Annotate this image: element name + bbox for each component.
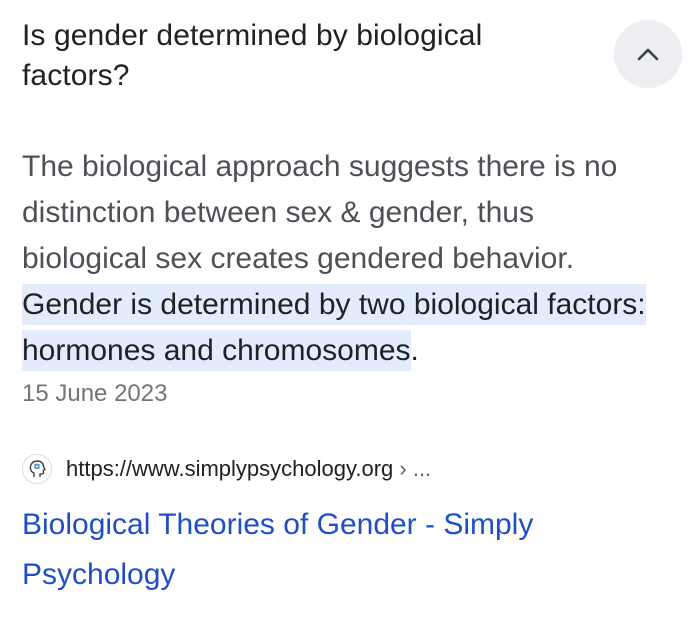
- answer-plain: The biological approach suggests there i…: [22, 150, 618, 275]
- source-path: › ...: [393, 456, 432, 481]
- source-domain[interactable]: https://www.simplypsychology.org: [66, 456, 393, 481]
- snippet-date: 15 June 2023: [22, 380, 168, 407]
- question-header[interactable]: Is gender determined by biological facto…: [22, 16, 542, 96]
- chevron-up-icon: [637, 48, 659, 61]
- featured-snippet: Is gender determined by biological facto…: [0, 0, 690, 628]
- answer-highlight: Gender is determined by two biological f…: [22, 284, 646, 371]
- result-title-link[interactable]: Biological Theories of Gender - Simply P…: [22, 500, 622, 600]
- source-url[interactable]: https://www.simplypsychology.org › ...: [66, 454, 431, 484]
- head-profile-icon: [22, 454, 52, 484]
- collapse-button[interactable]: [614, 20, 682, 88]
- source-row[interactable]: https://www.simplypsychology.org › ...: [22, 454, 431, 484]
- question-title[interactable]: Is gender determined by biological facto…: [22, 16, 542, 96]
- answer-text: The biological approach suggests there i…: [22, 144, 662, 374]
- answer-trailing: .: [410, 334, 419, 367]
